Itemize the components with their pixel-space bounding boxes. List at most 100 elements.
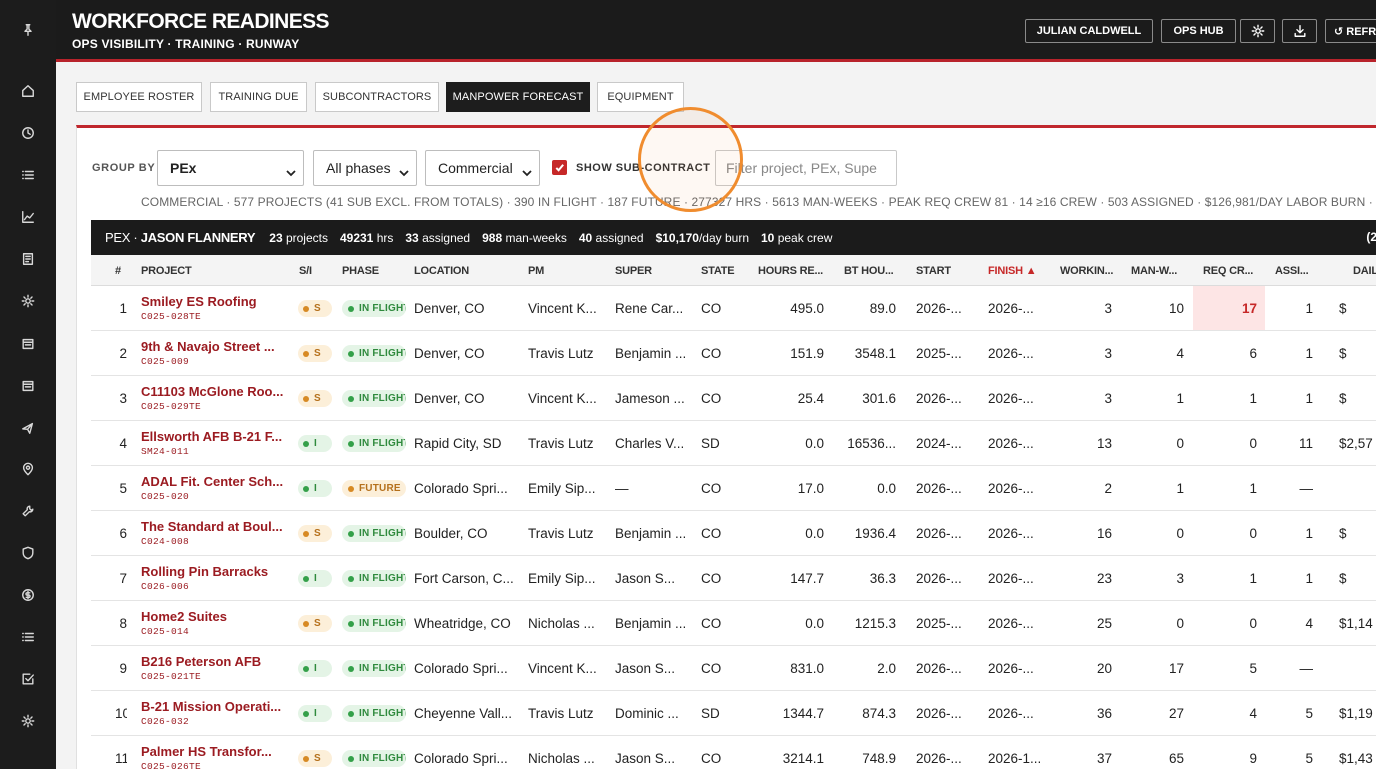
table-row[interactable]: Home2 Suites C025-014 S IN FLIGHT 8 Wheatridg… bbox=[91, 601, 1376, 646]
shield-icon[interactable] bbox=[0, 539, 56, 567]
list-icon-2[interactable] bbox=[0, 623, 56, 651]
col-phase[interactable]: PHASE bbox=[342, 265, 379, 277]
dollar-icon[interactable] bbox=[0, 581, 56, 609]
col-daily[interactable]: DAILY bbox=[1353, 265, 1376, 277]
table-row[interactable]: Rolling Pin Barracks C026-006 I IN FLIGHT 7 F… bbox=[91, 556, 1376, 601]
checkbox-icon[interactable] bbox=[0, 665, 56, 693]
location-icon[interactable] bbox=[0, 455, 56, 483]
download-icon bbox=[1293, 25, 1306, 37]
table-row[interactable]: C11103 McGlone Roo... C025-029TE S IN FLIGH… bbox=[91, 376, 1376, 421]
table-row[interactable]: The Standard at Boul... C024-008 S IN FLIGH… bbox=[91, 511, 1376, 556]
daily-cell: $ bbox=[1339, 571, 1347, 586]
manweeks-cell: 17 bbox=[1168, 661, 1184, 676]
table-row[interactable]: 9th & Navajo Street ... C025-009 S IN FLIGH… bbox=[91, 331, 1376, 376]
wrench-icon[interactable] bbox=[0, 497, 56, 525]
col-super[interactable]: SUPER bbox=[615, 265, 652, 277]
user-button[interactable]: JULIAN CALDWELL bbox=[1025, 19, 1153, 43]
table-row[interactable]: Smiley ES Roofing C025-028TE S IN FLIGHT 1 De… bbox=[91, 286, 1376, 331]
project-name-link[interactable]: C11103 McGlone Roo... bbox=[141, 384, 285, 399]
clock-icon[interactable] bbox=[0, 119, 56, 147]
megaphone-icon[interactable] bbox=[0, 414, 56, 442]
col-hours[interactable]: HOURS RE... bbox=[758, 265, 823, 277]
chart-icon[interactable] bbox=[0, 203, 56, 231]
settings-icon[interactable] bbox=[0, 707, 56, 735]
state-cell: CO bbox=[701, 391, 722, 406]
tab-subcontractors[interactable]: SUBCONTRACTORS bbox=[315, 82, 439, 112]
tab-employee-roster[interactable]: EMPLOYEE ROSTER bbox=[76, 82, 202, 112]
col-manweeks[interactable]: MAN-W... bbox=[1131, 265, 1177, 277]
start-cell: 2025-... bbox=[916, 346, 962, 361]
card-icon[interactable] bbox=[0, 330, 56, 358]
hours-cell: 0.0 bbox=[805, 616, 824, 631]
phase-badge: IN FLIGHT bbox=[342, 705, 406, 722]
group-burn: $10,170/day burn bbox=[655, 230, 749, 245]
project-name-link[interactable]: Rolling Pin Barracks bbox=[141, 564, 285, 579]
home-icon[interactable] bbox=[0, 77, 56, 105]
col-num[interactable]: # bbox=[115, 265, 121, 277]
state-cell: SD bbox=[701, 436, 720, 451]
col-location[interactable]: LOCATION bbox=[414, 265, 469, 277]
tab-equipment[interactable]: EQUIPMENT bbox=[597, 82, 684, 112]
group-by-label: GROUP BY bbox=[92, 162, 156, 174]
col-si[interactable]: S/I bbox=[299, 265, 312, 277]
col-start[interactable]: START bbox=[916, 265, 951, 277]
project-name-link[interactable]: Ellsworth AFB B-21 F... bbox=[141, 429, 285, 444]
col-pm[interactable]: PM bbox=[528, 265, 544, 277]
group-expander[interactable]: (2 bbox=[1366, 230, 1376, 244]
table-row[interactable]: B-21 Mission Operati... C026-032 I IN FLIGH… bbox=[91, 691, 1376, 736]
phase-select[interactable]: All phases bbox=[313, 150, 417, 186]
bt-hours-cell: 3548.1 bbox=[854, 346, 896, 361]
document-icon[interactable] bbox=[0, 245, 56, 273]
req-crew-cell: 17 bbox=[1241, 301, 1257, 316]
bt-hours-cell: 36.3 bbox=[869, 571, 896, 586]
project-name-link[interactable]: 9th & Navajo Street ... bbox=[141, 339, 285, 354]
start-cell: 2025-... bbox=[916, 616, 962, 631]
download-button[interactable] bbox=[1282, 19, 1317, 43]
tab-manpower-forecast[interactable]: MANPOWER FORECAST bbox=[446, 82, 590, 112]
col-project[interactable]: PROJECT bbox=[141, 265, 192, 277]
card-icon-2[interactable] bbox=[0, 372, 56, 400]
location-cell: Colorado Spri... bbox=[414, 751, 508, 766]
gear-icon[interactable] bbox=[0, 287, 56, 315]
table-row[interactable]: ADAL Fit. Center Sch... C025-020 I FUTURE 5 C… bbox=[91, 466, 1376, 511]
settings-button[interactable] bbox=[1240, 19, 1275, 43]
table-row[interactable]: Palmer HS Transfor... C025-026TE S IN FLIGH… bbox=[91, 736, 1376, 769]
col-assigned[interactable]: ASSI... bbox=[1275, 265, 1309, 277]
table-row[interactable]: B216 Peterson AFB C025-021TE I IN FLIGHT 9 Co… bbox=[91, 646, 1376, 691]
tab-training-due[interactable]: TRAINING DUE bbox=[210, 82, 307, 112]
project-name-link[interactable]: The Standard at Boul... bbox=[141, 519, 285, 534]
project-name-link[interactable]: B216 Peterson AFB bbox=[141, 654, 285, 669]
project-name-link[interactable]: ADAL Fit. Center Sch... bbox=[141, 474, 285, 489]
location-cell: Rapid City, SD bbox=[414, 436, 502, 451]
col-working[interactable]: WORKIN... bbox=[1060, 265, 1113, 277]
ops-hub-button[interactable]: OPS HUB bbox=[1161, 19, 1236, 43]
bt-hours-cell: 16536... bbox=[847, 436, 896, 451]
start-cell: 2026-... bbox=[916, 751, 962, 766]
manweeks-cell: 0 bbox=[1176, 436, 1184, 451]
group-by-select[interactable]: PEx bbox=[157, 150, 304, 186]
assigned-cell: 1 bbox=[1305, 391, 1313, 406]
bt-hours-cell: 301.6 bbox=[862, 391, 896, 406]
project-name-link[interactable]: Smiley ES Roofing bbox=[141, 294, 285, 309]
group-header[interactable]: PEX · JASON FLANNERY 23 projects 49231 h… bbox=[91, 220, 1376, 255]
col-bt-hours[interactable]: BT HOU... bbox=[844, 265, 894, 277]
type-select[interactable]: Commercial bbox=[425, 150, 540, 186]
top-bar: WORKFORCE READINESS OPS VISIBILITY · TRA… bbox=[56, 0, 1376, 62]
bt-hours-cell: 2.0 bbox=[877, 661, 896, 676]
refresh-button[interactable]: ↺ REFRESH bbox=[1325, 19, 1376, 43]
project-name-link[interactable]: Palmer HS Transfor... bbox=[141, 744, 285, 759]
table-row[interactable]: Ellsworth AFB B-21 F... SM24-011 I IN FLIGH… bbox=[91, 421, 1376, 466]
col-state[interactable]: STATE bbox=[701, 265, 735, 277]
col-req-crew[interactable]: REQ CR... bbox=[1203, 265, 1253, 277]
manweeks-cell: 1 bbox=[1176, 391, 1184, 406]
show-sub-checkbox[interactable] bbox=[552, 160, 567, 175]
search-input[interactable] bbox=[715, 150, 897, 186]
project-name-link[interactable]: Home2 Suites bbox=[141, 609, 285, 624]
col-finish[interactable]: FINISH ▲ bbox=[988, 265, 1037, 277]
pin-icon[interactable] bbox=[0, 0, 56, 60]
list-icon[interactable] bbox=[0, 161, 56, 189]
project-name-link[interactable]: B-21 Mission Operati... bbox=[141, 699, 285, 714]
phase-badge: IN FLIGHT bbox=[342, 345, 406, 362]
project-code: C026-006 bbox=[141, 581, 190, 592]
bt-hours-cell: 748.9 bbox=[862, 751, 896, 766]
